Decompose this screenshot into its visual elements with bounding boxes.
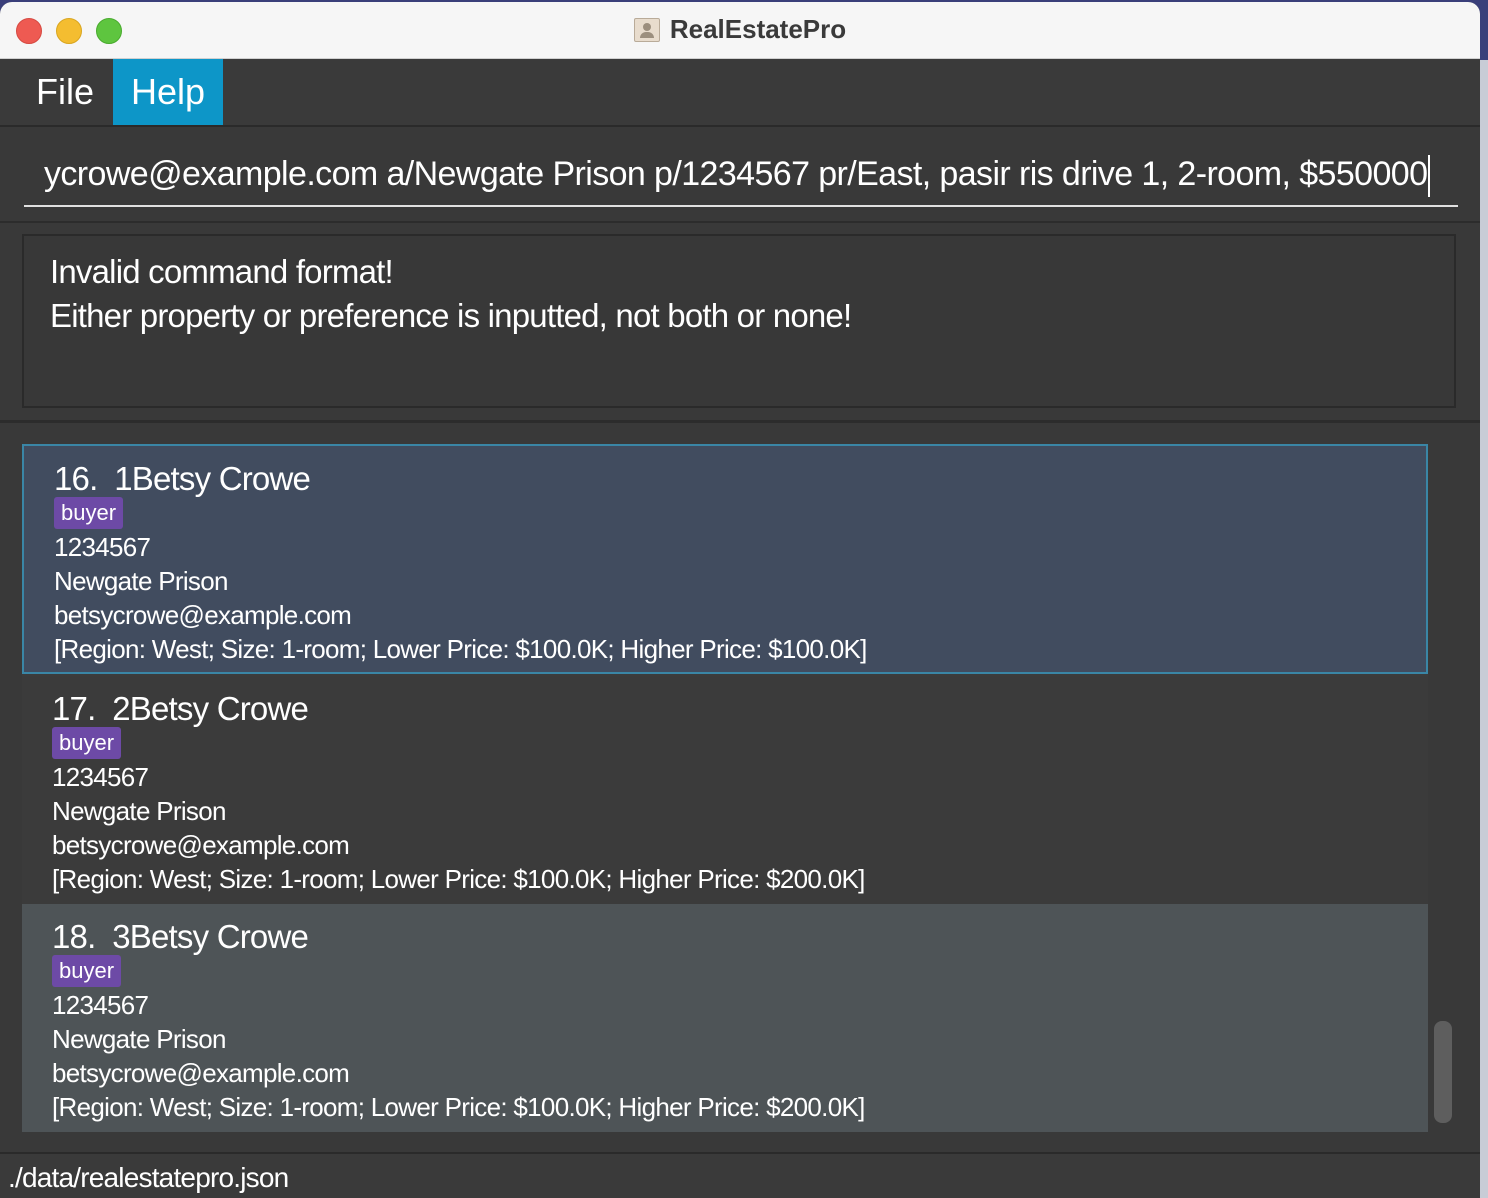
app-icon: [633, 17, 660, 42]
text-caret: [1428, 155, 1431, 198]
person-list: 16. 1Betsy Crowe buyer 1234567 Newgate P…: [22, 444, 1428, 1132]
person-header: 18. 3Betsy Crowe: [52, 918, 309, 956]
person-tag: buyer: [52, 727, 122, 759]
person-name: 1Betsy Crowe: [114, 460, 311, 497]
person-preference: [Region: West; Size: 1-room; Lower Price…: [54, 634, 867, 664]
person-phone: 1234567: [52, 990, 149, 1020]
person-index: 17.: [52, 690, 96, 727]
person-tag: buyer: [54, 497, 124, 529]
command-input[interactable]: ycrowe@example.com a/Newgate Prison p/12…: [24, 147, 1458, 207]
list-scrollbar-thumb[interactable]: [1434, 1021, 1452, 1123]
person-tag: buyer: [52, 955, 122, 987]
app-window: RealEstatePro File Help ycrowe@example.c…: [0, 2, 1480, 1198]
person-address: Newgate Prison: [54, 566, 228, 596]
person-card[interactable]: 16. 1Betsy Crowe buyer 1234567 Newgate P…: [22, 444, 1428, 674]
window-title-area: RealEstatePro: [0, 14, 1480, 46]
status-bar: ./data/realestatepro.json: [0, 1152, 1480, 1198]
person-email: betsycrowe@example.com: [54, 600, 352, 630]
person-header: 16. 1Betsy Crowe: [54, 460, 311, 498]
command-panel: ycrowe@example.com a/Newgate Prison p/12…: [0, 127, 1480, 223]
result-line-1: Invalid command format!: [50, 253, 394, 290]
person-preference: [Region: West; Size: 1-room; Lower Price…: [52, 1092, 865, 1122]
person-email: betsycrowe@example.com: [52, 830, 350, 860]
title-bar: RealEstatePro: [0, 2, 1480, 59]
person-phone: 1234567: [54, 532, 151, 562]
data-file-path: ./data/realestatepro.json: [8, 1162, 289, 1193]
menu-bar: File Help: [0, 59, 1480, 127]
menu-file[interactable]: File: [14, 59, 116, 125]
person-index: 16.: [54, 460, 98, 497]
person-card[interactable]: 18. 3Betsy Crowe buyer 1234567 Newgate P…: [22, 904, 1428, 1132]
person-name: 2Betsy Crowe: [112, 690, 309, 727]
person-name: 3Betsy Crowe: [112, 918, 309, 955]
person-email: betsycrowe@example.com: [52, 1058, 350, 1088]
person-address: Newgate Prison: [52, 796, 226, 826]
result-line-2: Either property or preference is inputte…: [50, 297, 852, 334]
command-input-text: ycrowe@example.com a/Newgate Prison p/12…: [44, 155, 1428, 193]
result-display: Invalid command format! Either property …: [22, 234, 1456, 408]
person-address: Newgate Prison: [52, 1024, 226, 1054]
person-preference: [Region: West; Size: 1-room; Lower Price…: [52, 864, 865, 894]
person-card[interactable]: 17. 2Betsy Crowe buyer 1234567 Newgate P…: [22, 676, 1428, 906]
panel-divider: [0, 420, 1480, 423]
person-phone: 1234567: [52, 762, 149, 792]
person-index: 18.: [52, 918, 96, 955]
window-title: RealEstatePro: [669, 14, 847, 44]
person-header: 17. 2Betsy Crowe: [52, 690, 309, 728]
menu-help[interactable]: Help: [113, 59, 223, 125]
